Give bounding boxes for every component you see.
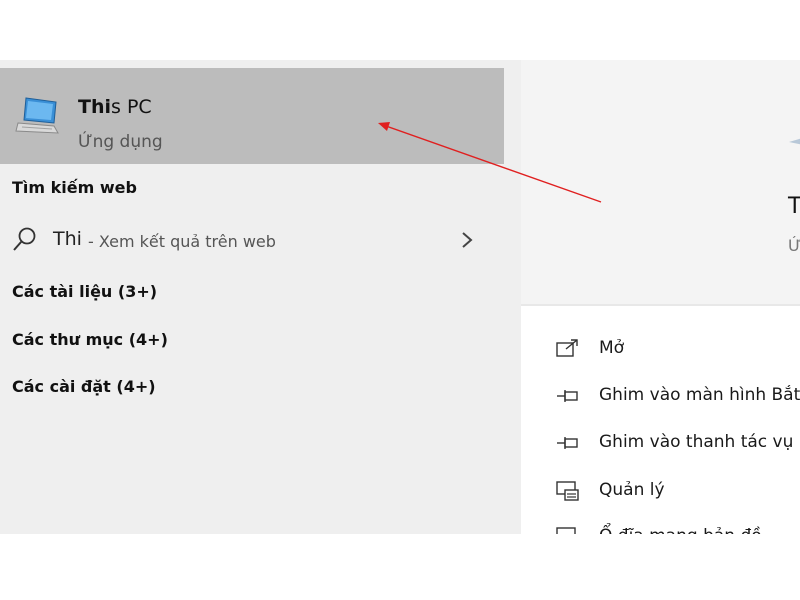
best-match-title-rest: s PC	[111, 96, 152, 118]
best-match-title-bold: Thi	[78, 96, 111, 118]
preview-subtitle: Ứ	[788, 236, 800, 255]
action-manage[interactable]: Quản lý	[521, 472, 800, 512]
action-manage-label: Quản lý	[599, 480, 665, 500]
preview-panel: T Ứ Mở Ghim vào màn hình Bắt Ghim vào th…	[521, 60, 800, 534]
category-documents[interactable]: Các tài liệu (3+)	[12, 282, 157, 301]
web-search-heading: Tìm kiếm web	[12, 178, 137, 197]
best-match-this-pc[interactable]: This PC Ứng dụng	[0, 68, 504, 164]
manage-icon	[556, 481, 579, 501]
open-icon	[556, 339, 578, 357]
results-panel: This PC Ứng dụng Tìm kiếm web Thi - Xem …	[0, 60, 521, 534]
action-pin-start-label: Ghim vào màn hình Bắt	[599, 385, 800, 405]
action-pin-taskbar[interactable]: Ghim vào thanh tác vụ	[521, 424, 800, 464]
web-search-query: Thi	[53, 228, 82, 250]
category-settings[interactable]: Các cài đặt (4+)	[12, 377, 156, 396]
this-pc-icon	[15, 97, 59, 134]
pin-icon	[557, 390, 578, 402]
action-list: Mở Ghim vào màn hình Bắt Ghim vào thanh …	[521, 304, 800, 534]
action-pin-taskbar-label: Ghim vào thanh tác vụ	[599, 432, 794, 452]
search-icon	[13, 227, 36, 251]
web-search-result[interactable]: Thi - Xem kết quả trên web	[0, 220, 504, 262]
web-search-suffix: - Xem kết quả trên web	[88, 232, 276, 251]
preview-header: T Ứ	[521, 60, 800, 300]
category-folders[interactable]: Các thư mục (4+)	[12, 330, 168, 349]
action-open-label: Mở	[599, 338, 625, 358]
map-drive-icon	[556, 527, 576, 534]
best-match-subtitle: Ứng dụng	[78, 132, 163, 152]
pin-icon	[557, 437, 578, 449]
action-open[interactable]: Mở	[521, 330, 800, 370]
action-map-drive-label: Ổ đĩa mạng bản đồ	[599, 526, 762, 534]
chevron-right-icon[interactable]	[460, 230, 474, 250]
preview-title: T	[788, 194, 800, 219]
best-match-title: This PC	[78, 96, 152, 118]
action-pin-start[interactable]: Ghim vào màn hình Bắt	[521, 377, 800, 417]
search-results-window: This PC Ứng dụng Tìm kiếm web Thi - Xem …	[0, 60, 800, 534]
this-pc-icon	[789, 138, 800, 145]
action-map-drive[interactable]: Ổ đĩa mạng bản đồ	[521, 518, 800, 534]
